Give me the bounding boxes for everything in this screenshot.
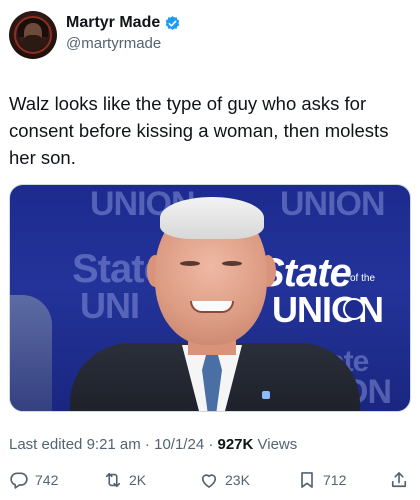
views-count: 927K <box>217 436 254 453</box>
heart-icon <box>201 474 217 488</box>
media-logo-star-icon <box>343 298 365 320</box>
repost-icon <box>105 472 121 488</box>
meta-separator: · <box>140 436 155 453</box>
bookmark-icon <box>301 472 313 488</box>
media-left-figure <box>10 295 52 411</box>
tweet-time[interactable]: 9:21 am <box>87 436 141 453</box>
display-name[interactable]: Martyr Made <box>66 14 160 32</box>
reply-button[interactable]: 742 <box>9 470 58 490</box>
meta-separator: · <box>204 436 218 453</box>
share-icon <box>391 472 407 488</box>
bookmark-count: 712 <box>323 472 347 488</box>
like-count: 23K <box>225 472 250 488</box>
tweet-header: Martyr Made @martyrmade <box>9 11 409 63</box>
tweet-actions: 742 2K 23K 712 <box>9 470 411 492</box>
tweet-meta: Last edited 9:21 am · 10/1/24 · 927K Vie… <box>9 436 297 453</box>
tweet-text: Walz looks like the type of guy who asks… <box>9 93 389 168</box>
like-button[interactable]: 23K <box>199 470 250 490</box>
person-eye-left <box>180 261 200 266</box>
avatar[interactable] <box>9 11 57 59</box>
person-lapel-pin <box>262 391 270 399</box>
tweet-media[interactable]: UNION UNION State UNI ON State State of … <box>9 184 411 412</box>
verified-badge-icon <box>164 15 181 32</box>
reply-icon <box>10 472 28 489</box>
bookmark-button[interactable]: 712 <box>297 470 346 490</box>
reply-count: 742 <box>35 472 59 488</box>
tweet-date[interactable]: 10/1/24 <box>154 436 204 453</box>
avatar-ring <box>14 16 52 54</box>
edited-prefix[interactable]: Last edited <box>9 436 87 453</box>
media-logo-ofthe: of the <box>350 273 376 284</box>
media-logo-union: UNION <box>272 289 384 330</box>
person-eye-right <box>222 261 242 266</box>
author-handle[interactable]: @martyrmade <box>66 35 181 52</box>
person-mouth <box>190 301 234 313</box>
author-names: Martyr Made @martyrmade <box>66 14 181 52</box>
display-name-row: Martyr Made <box>66 14 181 32</box>
views-label: Views <box>253 436 298 453</box>
person-hair <box>160 197 264 239</box>
share-button[interactable] <box>389 470 409 490</box>
repost-button[interactable]: 2K <box>103 470 146 490</box>
repost-count: 2K <box>129 472 147 488</box>
media-bg-word: UNION <box>280 185 386 223</box>
media-bg-word: UNI <box>80 285 140 326</box>
